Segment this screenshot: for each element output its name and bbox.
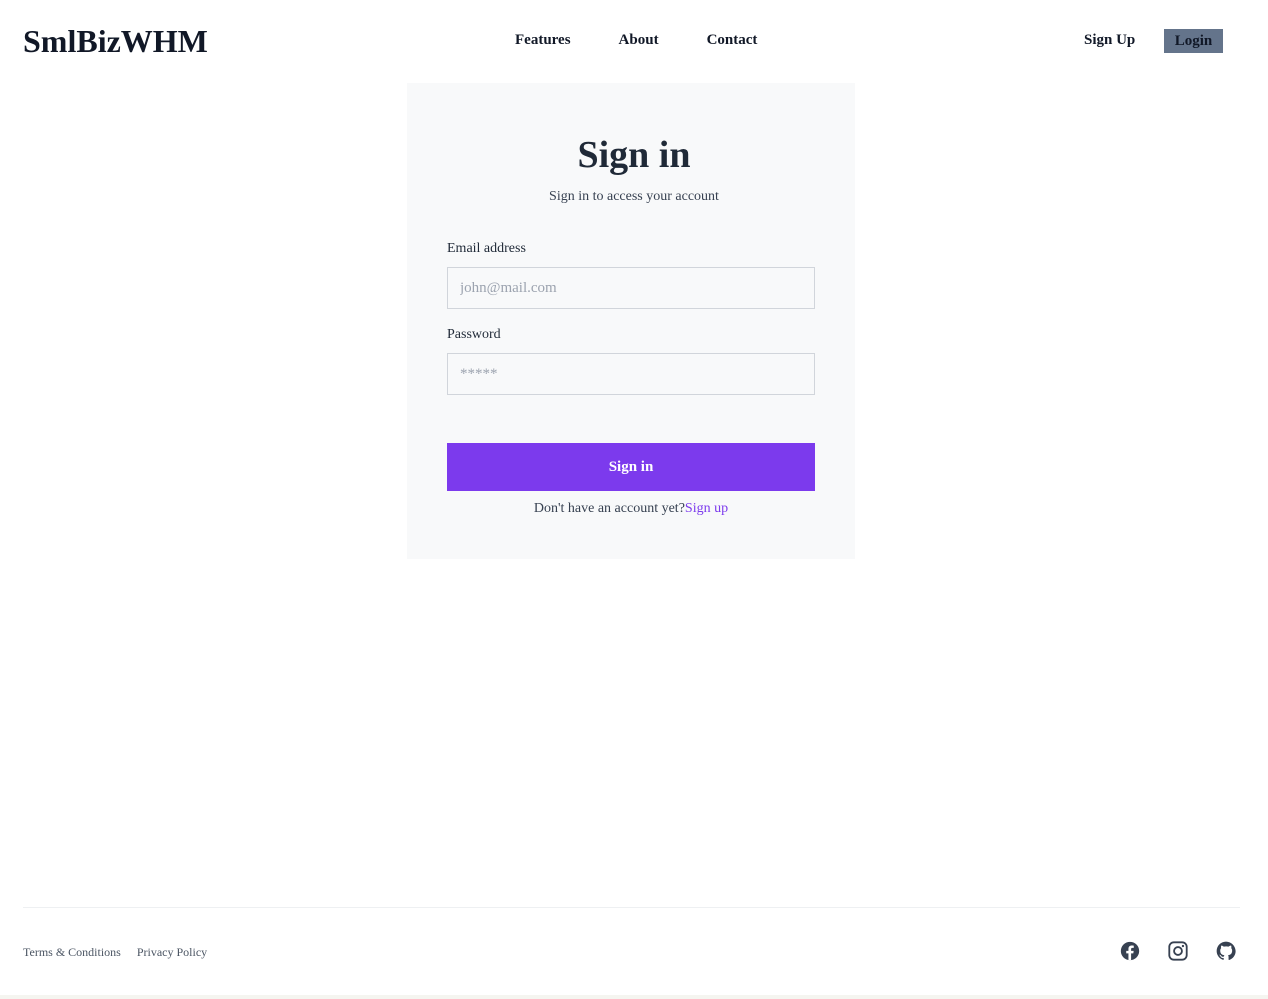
header-signup-link[interactable]: Sign Up: [1084, 31, 1135, 49]
bottom-strip: [0, 995, 1268, 999]
privacy-link[interactable]: Privacy Policy: [137, 945, 207, 959]
logo[interactable]: SmlBizWHM: [23, 22, 208, 60]
instagram-icon[interactable]: [1167, 940, 1189, 962]
facebook-icon[interactable]: [1119, 940, 1141, 962]
nav-link-contact[interactable]: Contact: [707, 31, 758, 49]
github-icon[interactable]: [1215, 940, 1237, 962]
signup-prompt: Don't have an account yet?Sign up: [0, 500, 1262, 518]
page: SmlBizWHM Features About Contact Sign Up…: [0, 0, 1268, 999]
signup-link[interactable]: Sign up: [685, 501, 728, 516]
social-links: [1119, 940, 1237, 962]
signin-title: Sign in: [577, 134, 691, 176]
email-label: Email address: [447, 241, 526, 256]
nav-link-features[interactable]: Features: [515, 31, 571, 49]
footer-links: Terms & Conditions Privacy Policy: [23, 945, 207, 959]
main-nav: Features About Contact: [515, 31, 757, 49]
terms-link[interactable]: Terms & Conditions: [23, 945, 121, 959]
footer-divider: [23, 907, 1240, 908]
signup-prompt-text: Don't have an account yet?: [533, 501, 685, 516]
signin-subtitle: Sign in to access your account: [549, 189, 719, 204]
signin-submit-button[interactable]: Sign in: [447, 443, 815, 491]
password-field[interactable]: [447, 353, 815, 395]
login-button[interactable]: Login: [1164, 29, 1223, 53]
email-field[interactable]: [447, 267, 815, 309]
nav-link-about[interactable]: About: [619, 31, 659, 49]
password-label: Password: [447, 327, 501, 342]
site-header: SmlBizWHM Features About Contact Sign Up…: [0, 0, 1268, 82]
